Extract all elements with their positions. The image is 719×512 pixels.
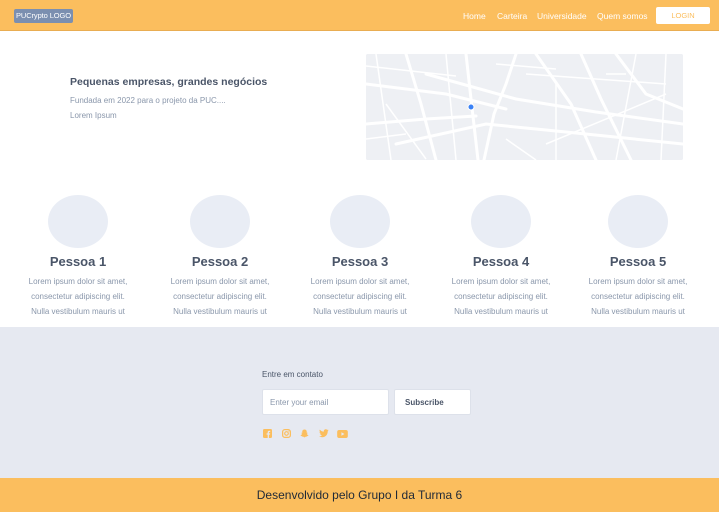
avatar — [471, 195, 531, 248]
footer-text: Desenvolvido pelo Grupo I da Turma 6 — [256, 488, 463, 502]
desc-line: Nulla vestibulum mauris ut — [31, 307, 125, 316]
avatar — [330, 195, 390, 248]
nav-link-carteira[interactable]: Carteira — [497, 11, 527, 21]
person-name: Pessoa 2 — [191, 254, 249, 269]
desc-line: Lorem ipsum dolor sit amet, — [28, 277, 128, 286]
hero-subtitle: Fundada em 2022 para o projeto da PUC...… — [70, 96, 226, 105]
person-name: Pessoa 3 — [331, 254, 389, 269]
desc-line: Lorem ipsum dolor sit amet, — [451, 277, 551, 286]
avatar — [190, 195, 250, 248]
desc-line: Lorem ipsum dolor sit amet, — [170, 277, 270, 286]
hero-lorem: Lorem Ipsum — [70, 111, 117, 120]
person-name: Pessoa 1 — [49, 254, 107, 269]
twitter-icon[interactable] — [318, 428, 329, 439]
footer-bar: Desenvolvido pelo Grupo I da Turma 6 — [0, 478, 719, 512]
page: PUCrypto LOGO Home Carteira Universidade… — [0, 0, 719, 512]
person-description: Lorem ipsum dolor sit amet, consectetur … — [578, 274, 698, 319]
desc-line: consectetur adipiscing elit. — [591, 292, 685, 301]
desc-line: consectetur adipiscing elit. — [173, 292, 267, 301]
person-card-2: Pessoa 2 Lorem ipsum dolor sit amet, con… — [160, 195, 280, 319]
login-button[interactable]: LOGIN — [656, 7, 710, 24]
nav-link-home[interactable]: Home — [463, 11, 486, 21]
desc-line: Nulla vestibulum mauris ut — [591, 307, 685, 316]
avatar — [608, 195, 668, 248]
desc-line: Lorem ipsum dolor sit amet, — [310, 277, 410, 286]
desc-line: consectetur adipiscing elit. — [31, 292, 125, 301]
snapchat-icon[interactable] — [299, 428, 310, 439]
person-card-3: Pessoa 3 Lorem ipsum dolor sit amet, con… — [300, 195, 420, 319]
nav-link-quem-somos[interactable]: Quem somos — [597, 11, 648, 21]
avatar — [48, 195, 108, 248]
instagram-icon[interactable] — [281, 428, 292, 439]
desc-line: Nulla vestibulum mauris ut — [313, 307, 407, 316]
hero-title: Pequenas empresas, grandes negócios — [70, 76, 268, 88]
person-card-4: Pessoa 4 Lorem ipsum dolor sit amet, con… — [441, 195, 561, 319]
youtube-icon[interactable] — [337, 428, 348, 439]
desc-line: Nulla vestibulum mauris ut — [173, 307, 267, 316]
person-description: Lorem ipsum dolor sit amet, consectetur … — [160, 274, 280, 319]
top-navbar: PUCrypto LOGO Home Carteira Universidade… — [0, 0, 719, 31]
nav-link-universidade[interactable]: Universidade — [537, 11, 587, 21]
contact-section: Entre em contato Subscribe — [0, 327, 719, 478]
logo[interactable]: PUCrypto LOGO — [14, 9, 73, 23]
person-name: Pessoa 4 — [472, 254, 530, 269]
map-streets — [366, 54, 683, 160]
person-name: Pessoa 5 — [609, 254, 667, 269]
email-field[interactable] — [262, 389, 389, 415]
desc-line: consectetur adipiscing elit. — [454, 292, 548, 301]
person-description: Lorem ipsum dolor sit amet, consectetur … — [18, 274, 138, 319]
person-card-1: Pessoa 1 Lorem ipsum dolor sit amet, con… — [18, 195, 138, 319]
facebook-icon[interactable] — [262, 428, 273, 439]
map[interactable] — [366, 54, 683, 160]
desc-line: Lorem ipsum dolor sit amet, — [588, 277, 688, 286]
person-description: Lorem ipsum dolor sit amet, consectetur … — [300, 274, 420, 319]
subscribe-button[interactable]: Subscribe — [394, 389, 471, 415]
desc-line: consectetur adipiscing elit. — [313, 292, 407, 301]
person-description: Lorem ipsum dolor sit amet, consectetur … — [441, 274, 561, 319]
person-card-5: Pessoa 5 Lorem ipsum dolor sit amet, con… — [578, 195, 698, 319]
contact-label: Entre em contato — [262, 370, 323, 379]
desc-line: Nulla vestibulum mauris ut — [454, 307, 548, 316]
